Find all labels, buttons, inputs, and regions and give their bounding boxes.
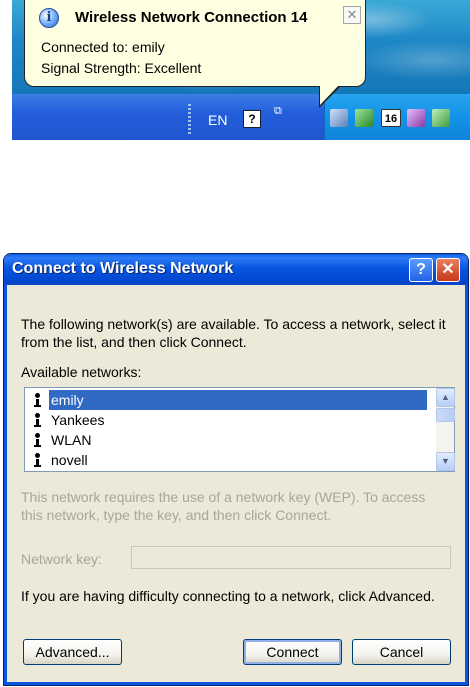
toolbar-grip[interactable] xyxy=(188,104,191,134)
connect-dialog: Connect to Wireless Network ? ✕ The foll… xyxy=(3,253,469,686)
list-item[interactable]: Yankees xyxy=(29,410,429,430)
intro-text: The following network(s) are available. … xyxy=(21,316,446,350)
connect-button[interactable]: Connect xyxy=(243,639,342,665)
calendar-icon[interactable]: 16 xyxy=(381,109,401,127)
dialog-title: Connect to Wireless Network xyxy=(12,260,234,277)
list-item[interactable]: novell xyxy=(29,450,429,468)
help-button[interactable]: ? xyxy=(409,258,433,282)
antenna-icon xyxy=(34,393,41,407)
close-icon[interactable]: ✕ xyxy=(343,6,361,24)
balloon-connected-text: Connected to: emily xyxy=(41,39,165,55)
network-key-field[interactable] xyxy=(131,546,451,569)
network-key-label: Network key: xyxy=(21,551,102,567)
update-icon[interactable] xyxy=(432,109,450,127)
advanced-button[interactable]: Advanced... xyxy=(23,639,122,665)
list-item[interactable]: WLAN xyxy=(29,430,429,450)
taskbar-area: EN ? ⧉ 16 i Wireless Network Connection … xyxy=(12,0,470,140)
device-icon[interactable] xyxy=(407,109,425,127)
scroll-up-icon[interactable]: ▲ xyxy=(436,388,455,407)
scroll-thumb[interactable] xyxy=(436,408,455,422)
networks-list[interactable]: emily Yankees WLAN novell ▲ ▼ xyxy=(24,387,455,472)
list-item[interactable]: emily xyxy=(29,390,429,410)
network-name: Yankees xyxy=(51,412,105,428)
language-indicator[interactable]: EN xyxy=(208,112,227,128)
list-scrollbar[interactable]: ▲ ▼ xyxy=(436,388,455,471)
close-button[interactable]: ✕ xyxy=(436,258,460,282)
dialog-body: The following network(s) are available. … xyxy=(7,285,465,682)
balloon-title: Wireless Network Connection 14 xyxy=(75,9,308,26)
available-networks-label: Available networks: xyxy=(21,364,142,380)
network-name: novell xyxy=(51,452,88,468)
antenna-icon xyxy=(34,413,41,427)
network-name: WLAN xyxy=(51,432,92,448)
balloon-signal-text: Signal Strength: Excellent xyxy=(41,60,202,76)
advanced-hint: If you are having difficulty connecting … xyxy=(21,588,435,604)
network-icon[interactable] xyxy=(330,109,348,127)
antenna-icon xyxy=(34,453,41,467)
balloon-tail-fill xyxy=(320,85,339,105)
restore-icon[interactable]: ⧉ xyxy=(274,106,282,117)
dialog-titlebar[interactable]: Connect to Wireless Network ? ✕ xyxy=(4,254,468,285)
info-icon: i xyxy=(39,8,59,28)
network-name: emily xyxy=(49,390,427,410)
wep-note: This network requires the use of a netwo… xyxy=(21,489,426,523)
security-icon[interactable] xyxy=(355,109,373,127)
antenna-icon xyxy=(34,433,41,447)
scroll-down-icon[interactable]: ▼ xyxy=(436,452,455,471)
help-icon[interactable]: ? xyxy=(243,110,261,128)
cancel-button[interactable]: Cancel xyxy=(352,639,451,665)
notification-balloon[interactable]: i Wireless Network Connection 14 ✕ Conne… xyxy=(24,0,366,87)
